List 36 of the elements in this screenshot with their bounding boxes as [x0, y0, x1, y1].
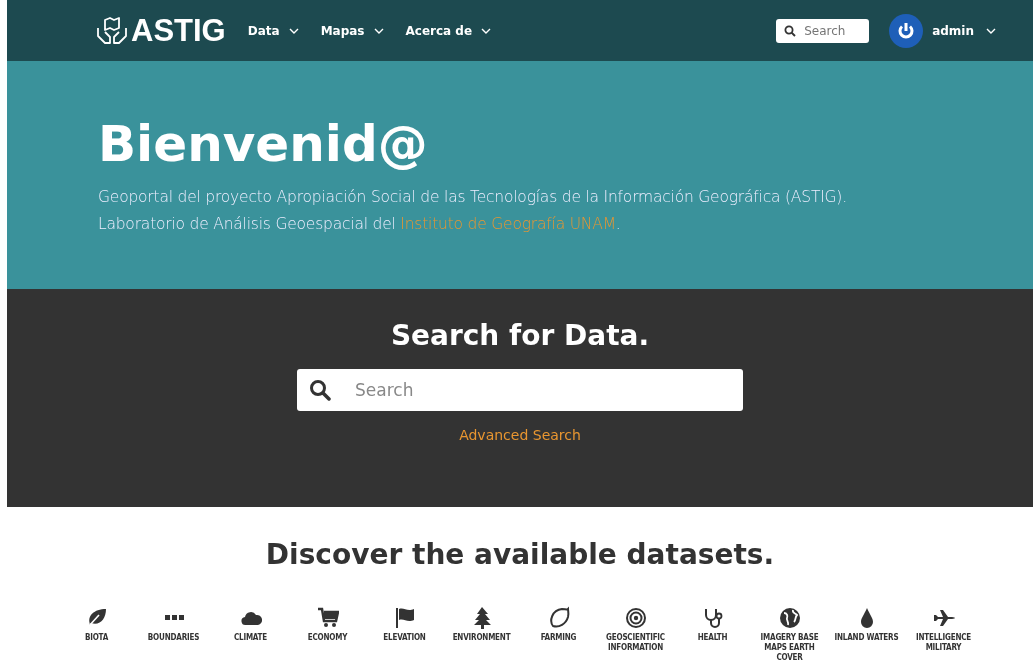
category-link[interactable]: CLIMATE — [233, 633, 268, 643]
hands-map-icon — [96, 15, 128, 46]
category-link[interactable]: BOUNDARIES — [147, 633, 200, 643]
category-link[interactable]: ENVIRONMENT — [452, 633, 511, 643]
nav-menu[interactable]: Data — [247, 23, 299, 38]
caret-icon — [481, 27, 492, 34]
caret-icon — [986, 27, 996, 34]
category-link[interactable]: BIOTA — [84, 633, 109, 643]
category-link[interactable]: ECONOMY — [307, 633, 348, 643]
search-field[interactable]: Search — [297, 369, 743, 411]
category-link[interactable]: FARMING — [540, 633, 577, 643]
category-link[interactable]: INLAND WATERS — [834, 633, 899, 643]
cart-icon[interactable] — [316, 606, 339, 629]
search-title: Search for Data. — [390, 319, 650, 352]
target-icon[interactable] — [624, 606, 647, 629]
caret-icon — [373, 27, 384, 34]
category-link[interactable]: IMAGERY BASE MAPS EARTH COVER — [751, 633, 828, 663]
nav-menu[interactable]: Mapas — [320, 23, 384, 38]
user-menu[interactable]: admin — [932, 23, 996, 38]
category-link[interactable]: ELEVATION — [383, 633, 426, 643]
category-link[interactable]: HEALTH — [697, 633, 728, 643]
lemon-icon[interactable] — [547, 606, 570, 629]
hero-title: Bienvenid@ — [98, 117, 429, 172]
logo-text[interactable]: ASTIG — [131, 12, 226, 49]
search-field[interactable]: Search — [776, 18, 870, 43]
category-link[interactable]: INTELLIGENCE MILITARY — [905, 633, 982, 653]
flag-icon[interactable] — [393, 606, 416, 629]
category-link[interactable]: GEOSCIENTIFIC INFORMATION — [597, 633, 674, 653]
caret-icon — [288, 27, 299, 34]
datasets-title: Discover the available datasets. — [265, 538, 775, 571]
power-avatar-icon[interactable] — [889, 13, 924, 48]
hero-text: Laboratorio de Análisis Geoespacial del Instituto de Geografía UNAM. — [98, 214, 622, 235]
nav-menu[interactable]: Acerca de — [405, 23, 492, 38]
globe-icon[interactable] — [778, 606, 801, 629]
hero-text: Geoportal del proyecto Apropiación Social de las Tecnologías de la Información Geográfica (ASTIG). — [98, 187, 848, 208]
advanced-search-link[interactable]: Advanced Search — [459, 427, 581, 443]
